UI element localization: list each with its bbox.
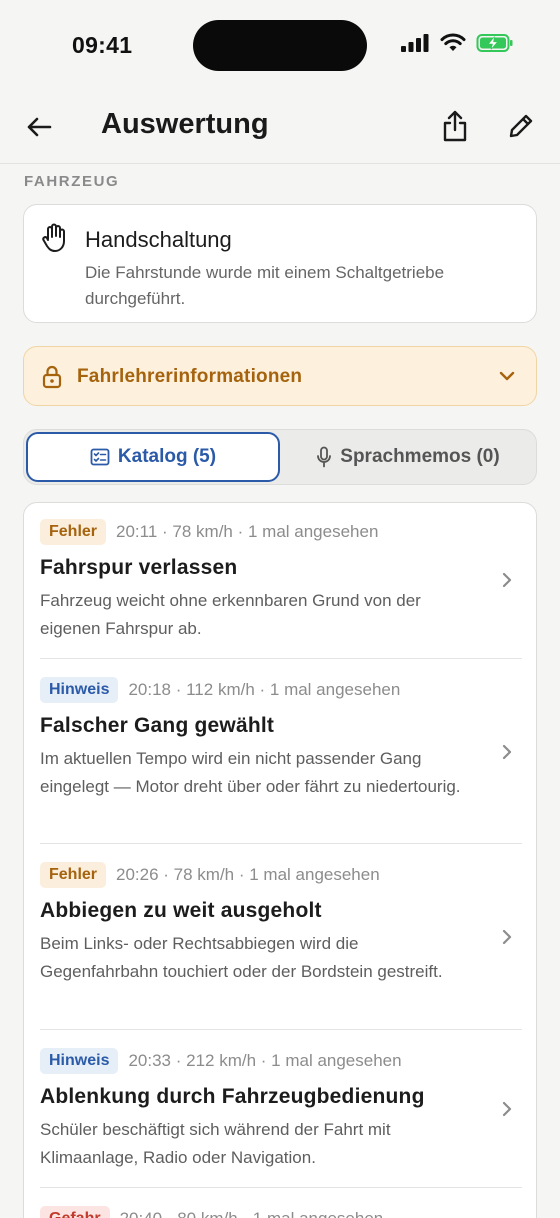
- battery-charging-icon: [476, 34, 513, 52]
- item-description: Beim Links- oder Rechtsabbiegen wird die…: [40, 934, 443, 981]
- hand-icon: [42, 223, 65, 252]
- list-item[interactable]: Hinweis 20:33 · 212 km/h · 1 mal angeseh…: [24, 1030, 536, 1188]
- item-meta: 20:33 · 212 km/h · 1 mal angesehen: [128, 1051, 402, 1070]
- share-button[interactable]: [437, 108, 473, 144]
- wifi-icon: [440, 33, 466, 51]
- status-time: 09:41: [72, 32, 133, 58]
- item-description: Schüler beschäftigt sich während der Fah…: [40, 1120, 391, 1167]
- item-meta-row: Hinweis 20:33 · 212 km/h · 1 mal angeseh…: [40, 1048, 402, 1074]
- list-item[interactable]: Fehler 20:26 · 78 km/h · 1 mal angesehen…: [24, 844, 536, 1030]
- item-description: Im aktuellen Tempo wird ein nicht passen…: [40, 749, 461, 796]
- pencil-icon: [509, 114, 533, 138]
- tab-switcher: Katalog (5) Sprachmemos (0): [23, 429, 537, 485]
- item-title: Falscher Gang gewählt: [40, 714, 275, 737]
- list-item[interactable]: Hinweis 20:18 · 112 km/h · 1 mal angeseh…: [24, 659, 536, 844]
- tab-catalog[interactable]: Katalog (5): [26, 432, 280, 482]
- item-meta-row: Fehler 20:11 · 78 km/h · 1 mal angesehen: [40, 519, 378, 545]
- item-meta: 20:18 · 112 km/h · 1 mal angesehen: [128, 680, 401, 699]
- lock-icon: [42, 365, 62, 389]
- tab-voice-memos[interactable]: Sprachmemos (0): [282, 432, 534, 482]
- chevron-right-icon: [502, 572, 512, 588]
- list-item[interactable]: Gefahr 20:40 · 80 km/h · 1 mal angesehen: [24, 1188, 536, 1218]
- item-meta-row: Gefahr 20:40 · 80 km/h · 1 mal angesehen: [40, 1206, 383, 1218]
- vehicle-card: Handschaltung Die Fahrstunde wurde mit e…: [23, 204, 537, 323]
- checklist-icon: [90, 448, 110, 466]
- signal-icon: [401, 34, 429, 52]
- share-icon: [443, 110, 467, 142]
- severity-badge: Hinweis: [40, 1048, 119, 1074]
- microphone-icon: [317, 446, 332, 468]
- instructor-info-toggle[interactable]: Fahrlehrerinformationen: [23, 346, 537, 406]
- item-title: Fahrspur verlassen: [40, 556, 238, 579]
- item-description: Fahrzeug weicht ohne erkennbaren Grund v…: [40, 591, 421, 638]
- item-meta: 20:11 · 78 km/h · 1 mal angesehen: [116, 522, 379, 541]
- dynamic-island: [193, 20, 367, 71]
- severity-badge: Fehler: [40, 862, 107, 888]
- back-button[interactable]: [22, 110, 56, 144]
- chevron-right-icon: [502, 1101, 512, 1117]
- navigation-bar: Auswertung: [0, 92, 560, 164]
- catalog-list: Fehler 20:11 · 78 km/h · 1 mal angesehen…: [23, 502, 537, 1218]
- item-title: Abbiegen zu weit ausgeholt: [40, 899, 322, 922]
- status-bar: 09:41: [0, 0, 560, 92]
- item-meta: 20:26 · 78 km/h · 1 mal angesehen: [116, 865, 380, 884]
- list-item[interactable]: Fehler 20:11 · 78 km/h · 1 mal angesehen…: [24, 503, 536, 659]
- status-icons: [400, 33, 514, 53]
- item-meta-row: Hinweis 20:18 · 112 km/h · 1 mal angeseh…: [40, 677, 400, 703]
- tab-catalog-label: Katalog (5): [117, 446, 217, 467]
- severity-badge: Fehler: [40, 519, 107, 545]
- arrow-left-icon: [27, 117, 52, 137]
- vehicle-description: Die Fahrstunde wurde mit einem Schaltget…: [85, 263, 445, 308]
- section-label-vehicle: FAHRZEUG: [24, 173, 120, 190]
- chevron-right-icon: [502, 929, 512, 945]
- edit-button[interactable]: [503, 108, 539, 144]
- severity-badge: Hinweis: [40, 677, 119, 703]
- item-meta-row: Fehler 20:26 · 78 km/h · 1 mal angesehen: [40, 862, 380, 888]
- chevron-right-icon: [502, 744, 512, 760]
- instructor-info-label: Fahrlehrerinformationen: [77, 366, 303, 387]
- item-title: Ablenkung durch Fahrzeugbedienung: [40, 1085, 425, 1108]
- vehicle-title: Handschaltung: [85, 227, 232, 252]
- severity-badge: Gefahr: [40, 1206, 110, 1218]
- item-meta: 20:40 · 80 km/h · 1 mal angesehen: [120, 1209, 384, 1218]
- page-title: Auswertung: [101, 108, 269, 140]
- tab-voice-memos-label: Sprachmemos (0): [340, 446, 500, 467]
- chevron-down-icon: [499, 371, 515, 381]
